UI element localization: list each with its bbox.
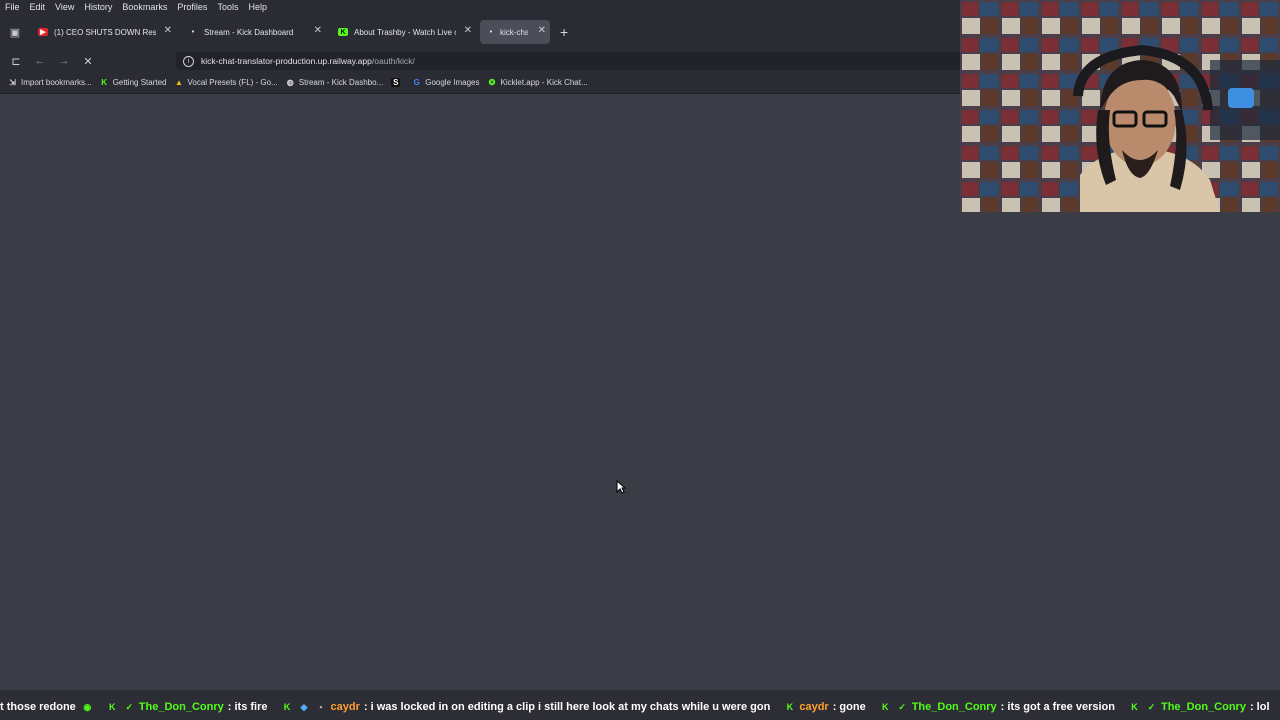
verified-badge-icon: ✓ [1147, 701, 1156, 712]
bookmark-label: Getting Started [112, 78, 167, 87]
url-host: kick-chat-translator-production.up.railw… [201, 56, 372, 66]
bookmark-label: Stream - Kick Dashbo... [298, 78, 384, 87]
tab-title: About Trashby - Watch Live on Kick [354, 27, 456, 37]
mod-badge-icon: ▪ [319, 702, 323, 712]
chat-message: : its got a free version [1000, 701, 1115, 713]
menu-view[interactable]: View [50, 0, 79, 14]
bookmark-label: Google Images [425, 78, 480, 87]
tab-title: kick-chat- [500, 27, 528, 37]
chat-username: The_Don_Conry [1160, 701, 1246, 713]
google-icon: G [413, 78, 420, 87]
webcam-overlay [960, 0, 1280, 212]
loading-dot-icon: • [489, 28, 493, 36]
chat-username: caydr [799, 701, 829, 713]
webcam-video [960, 0, 1280, 212]
sub-badge-icon: ◆ [300, 701, 308, 712]
dot-icon: • [191, 28, 195, 36]
menu-profiles[interactable]: Profiles [172, 0, 212, 14]
menu-bookmarks[interactable]: Bookmarks [117, 0, 172, 14]
new-tab-icon[interactable]: + [560, 24, 568, 40]
tab-title: (1) CEO SHUTS DOWN Restaurant [54, 27, 156, 37]
forward-icon[interactable]: → [52, 52, 76, 70]
sidebar-toggle-icon[interactable]: ⊏ [4, 52, 28, 70]
address-bar[interactable]: i kick-chat-translator-production.up.rai… [176, 52, 960, 70]
mouse-cursor-icon [616, 480, 626, 494]
verified-badge-icon: ✓ [898, 701, 906, 712]
tab-bar: ▣ ▶ (1) CEO SHUTS DOWN Restaurant ✕ • St… [0, 14, 960, 50]
kick-badge-icon: K [109, 702, 116, 712]
bookmark-kicklet[interactable]: ❂ Kicklet.app - Kick Chat... [488, 78, 588, 87]
close-icon[interactable]: ✕ [314, 25, 322, 36]
bookmark-label: Kicklet.app - Kick Chat... [500, 78, 588, 87]
bookmark-import[interactable]: ⇲ Import bookmarks... [8, 78, 92, 87]
bookmark-label: Import bookmarks... [21, 78, 92, 87]
bookmark-vocal-presets[interactable]: ▲ Vocal Presets (FL) - Go... [175, 78, 278, 87]
menu-bar: File Edit View History Bookmarks Profile… [0, 0, 960, 14]
globe-icon: ◍ [286, 78, 294, 87]
bookmark-google-images[interactable]: G Google Images [412, 78, 480, 87]
stop-loading-icon[interactable]: ✕ [76, 52, 100, 70]
chat-message: : gone [832, 701, 866, 713]
tab-trashby[interactable]: K About Trashby - Watch Live on Kick ✕ [330, 20, 478, 44]
chat-username: caydr [330, 701, 360, 713]
kick-badge-icon: ◉ [83, 701, 92, 712]
verified-badge-icon: ✓ [125, 701, 134, 712]
site-info-icon[interactable]: i [183, 55, 194, 67]
chat-message: : lol [1249, 701, 1270, 713]
bookmark-getting-started[interactable]: K Getting Started [100, 78, 167, 87]
kick-icon: K [101, 78, 108, 87]
chat-username: The_Don_Conry [138, 701, 224, 713]
tab-youtube[interactable]: ▶ (1) CEO SHUTS DOWN Restaurant ✕ [30, 20, 178, 44]
bookmark-stream-dashboard[interactable]: ◍ Stream - Kick Dashbo... [286, 78, 383, 87]
close-icon[interactable]: ✕ [538, 25, 546, 36]
url-path: /oauth/kick/ [371, 56, 415, 66]
chat-username: The_Don_Conry [911, 701, 997, 713]
nav-bar: ⊏ ← → ✕ i kick-chat-translator-productio… [0, 50, 960, 72]
kicklet-icon: ❂ [488, 78, 496, 87]
tab-title: Stream - Kick Dashboard [204, 27, 294, 37]
kick-badge-icon: K [881, 702, 889, 712]
back-icon[interactable]: ← [28, 52, 52, 70]
kick-badge-icon: K [786, 702, 794, 712]
menu-file[interactable]: File [0, 0, 25, 14]
tab-kick-dashboard[interactable]: • Stream - Kick Dashboard ✕ [180, 20, 328, 44]
bookmark-label: Vocal Presets (FL) - Go... [187, 78, 278, 87]
drive-icon: ▲ [175, 78, 183, 87]
kick-icon: K [338, 28, 348, 36]
close-icon[interactable]: ✕ [464, 25, 472, 36]
kick-badge-icon: K [1131, 702, 1138, 712]
youtube-icon: ▶ [38, 28, 48, 36]
menu-tools[interactable]: Tools [212, 0, 243, 14]
bookmarks-bar: ⇲ Import bookmarks... K Getting Started … [0, 72, 960, 94]
bookmark-s[interactable]: S [391, 78, 404, 87]
s-icon: S [391, 78, 401, 87]
chat-message: : i was locked in on editing a clip i st… [363, 701, 771, 713]
tab-overview-icon[interactable]: ▣ [2, 20, 28, 44]
chat-message: : its fire [227, 701, 268, 713]
menu-help[interactable]: Help [243, 0, 272, 14]
chat-ticker: t those redone ◉ K ✓ The_Don_Conry : its… [0, 698, 1280, 716]
menu-history[interactable]: History [79, 0, 117, 14]
close-icon[interactable]: ✕ [164, 25, 172, 36]
import-icon: ⇲ [9, 78, 16, 87]
menu-edit[interactable]: Edit [25, 0, 51, 14]
chat-message: t those redone [0, 701, 76, 713]
tab-kick-chat[interactable]: • kick-chat- ✕ [480, 20, 550, 44]
kick-badge-icon: K [283, 702, 291, 712]
